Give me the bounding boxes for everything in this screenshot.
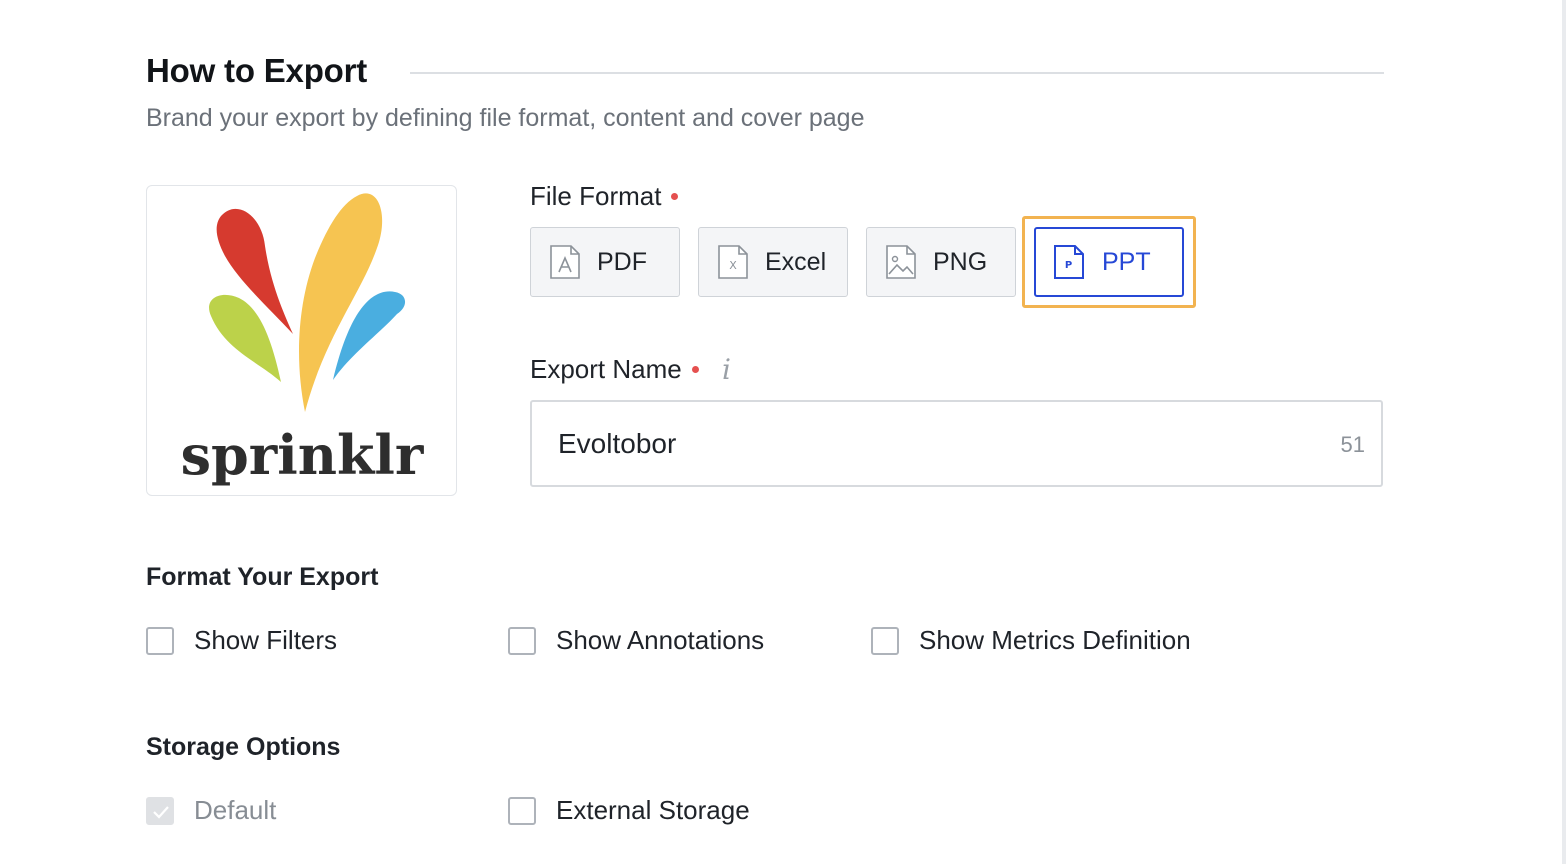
export-name-field[interactable]: 51	[530, 400, 1383, 487]
default-storage-checkbox: Default	[146, 795, 276, 826]
pdf-file-icon	[549, 244, 581, 280]
file-format-label: File Format	[530, 181, 679, 212]
storage-options-title: Storage Options	[146, 733, 341, 761]
format-option-label: PPT	[1102, 248, 1151, 276]
format-option-label: PNG	[933, 248, 988, 276]
check-icon	[153, 805, 169, 819]
excel-file-icon: X	[717, 244, 749, 280]
checkbox-label: Show Metrics Definition	[919, 625, 1191, 655]
show-metrics-definition-checkbox[interactable]: Show Metrics Definition	[871, 625, 1191, 656]
image-file-icon	[885, 244, 917, 280]
info-icon[interactable]: i	[722, 353, 731, 386]
title-divider	[410, 72, 1384, 74]
svg-text:P: P	[1065, 260, 1072, 271]
checkbox-box[interactable]	[146, 626, 174, 655]
format-option-label: Excel	[765, 248, 827, 276]
format-export-title: Format Your Export	[146, 563, 379, 591]
checkbox-label: Default	[194, 795, 277, 825]
required-indicator	[671, 192, 679, 200]
checkbox-box[interactable]	[871, 626, 899, 655]
required-indicator	[691, 365, 699, 373]
sprinklr-logo: sprinklr	[181, 193, 424, 487]
logo-wordmark: sprinklr	[181, 423, 424, 487]
format-option-ppt[interactable]: P PPT	[1034, 227, 1184, 297]
char-count: 51	[1340, 432, 1365, 457]
checkbox-box[interactable]	[508, 626, 536, 655]
section-subtitle: Brand your export by defining file forma…	[146, 104, 865, 132]
file-format-label-text: File Format	[530, 181, 662, 211]
export-name-label: Export Name	[530, 354, 699, 385]
external-storage-checkbox[interactable]: External Storage	[508, 795, 750, 826]
scrollbar-track	[1562, 0, 1566, 864]
checkbox-label: Show Annotations	[556, 625, 765, 655]
checkbox-label: External Storage	[556, 795, 750, 825]
checkbox-box	[146, 796, 174, 825]
format-option-excel[interactable]: X Excel	[698, 227, 848, 297]
show-filters-checkbox[interactable]: Show Filters	[146, 625, 337, 656]
format-option-png[interactable]: PNG	[866, 227, 1016, 297]
section-title: How to Export	[146, 52, 368, 89]
format-option-label: PDF	[597, 248, 647, 276]
format-option-pdf[interactable]: PDF	[530, 227, 680, 297]
svg-text:X: X	[729, 259, 737, 272]
export-name-input[interactable]	[558, 424, 1298, 464]
export-name-label-text: Export Name	[530, 354, 682, 384]
cover-logo-preview[interactable]: sprinklr	[146, 185, 457, 496]
checkbox-label: Show Filters	[194, 625, 338, 655]
ppt-file-icon: P	[1053, 244, 1085, 280]
checkbox-box[interactable]	[508, 796, 536, 825]
show-annotations-checkbox[interactable]: Show Annotations	[508, 625, 764, 656]
